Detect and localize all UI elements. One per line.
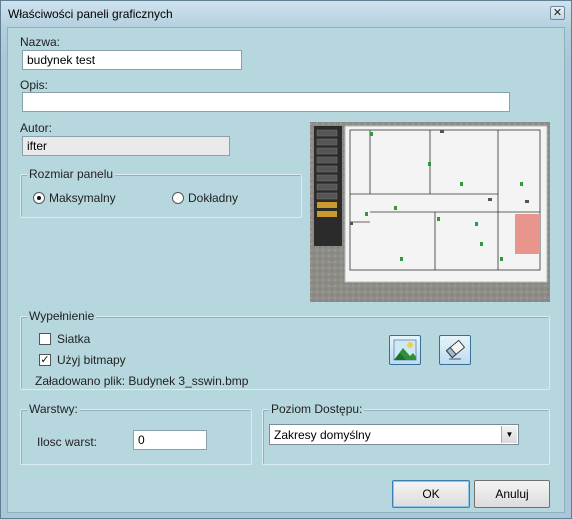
access-level-group: Poziom Dostępu: Zakresy domyślny ▼ (262, 402, 550, 465)
bitmap-checkbox[interactable]: ✓ (39, 354, 51, 366)
loaded-file-text: Załadowano plik: Budynek 3_sswin.bmp (35, 374, 249, 388)
ok-button[interactable]: OK (392, 480, 470, 508)
description-field[interactable] (22, 92, 510, 112)
dialog-window: Właściwości paneli graficznych ✕ Nazwa: … (0, 0, 572, 519)
grid-checkbox[interactable] (39, 333, 51, 345)
author-field: ifter (22, 136, 230, 156)
layers-title: Warstwy: (27, 402, 80, 416)
panel-preview-image (310, 122, 550, 302)
name-label: Nazwa: (20, 35, 61, 49)
radio-dokladny-label[interactable]: Dokładny (188, 191, 238, 205)
panel-size-title: Rozmiar panelu (27, 167, 116, 181)
window-title: Właściwości paneli graficznych (8, 7, 173, 21)
dialog-body: Nazwa: budynek test Opis: Autor: ifter R… (7, 27, 565, 513)
author-label: Autor: (20, 121, 53, 135)
cancel-button[interactable]: Anuluj (474, 480, 550, 508)
layer-count-label: Ilosc warst: (37, 435, 98, 449)
fill-group: Wypełnienie Siatka ✓ Użyj bitmapy Załado… (20, 309, 550, 390)
bitmap-checkbox-label[interactable]: Użyj bitmapy (57, 353, 126, 367)
description-label: Opis: (20, 78, 49, 92)
radio-dokladny[interactable] (172, 192, 184, 204)
layers-group: Warstwy: Ilosc warst: 0 (20, 402, 252, 465)
access-level-value: Zakresy domyślny (274, 428, 371, 442)
close-button[interactable]: ✕ (550, 6, 565, 20)
access-level-title: Poziom Dostępu: (269, 402, 365, 416)
name-field[interactable]: budynek test (22, 50, 242, 70)
fill-title: Wypełnienie (27, 309, 97, 323)
title-bar[interactable]: Właściwości paneli graficznych ✕ (1, 1, 571, 27)
landscape-image-icon (393, 339, 417, 361)
eraser-icon (445, 339, 466, 360)
grid-checkbox-label[interactable]: Siatka (57, 332, 90, 346)
panel-size-group: Rozmiar panelu Maksymalny Dokładny (20, 167, 302, 218)
load-image-button[interactable] (389, 335, 421, 365)
radio-maksymalny[interactable] (33, 192, 45, 204)
radio-maksymalny-label[interactable]: Maksymalny (49, 191, 116, 205)
layer-count-field[interactable]: 0 (133, 430, 207, 450)
clear-image-button[interactable] (439, 335, 471, 365)
access-level-select[interactable]: Zakresy domyślny ▼ (269, 424, 519, 445)
chevron-down-icon[interactable]: ▼ (501, 426, 517, 443)
floor-plan-thumbnail (310, 122, 550, 302)
